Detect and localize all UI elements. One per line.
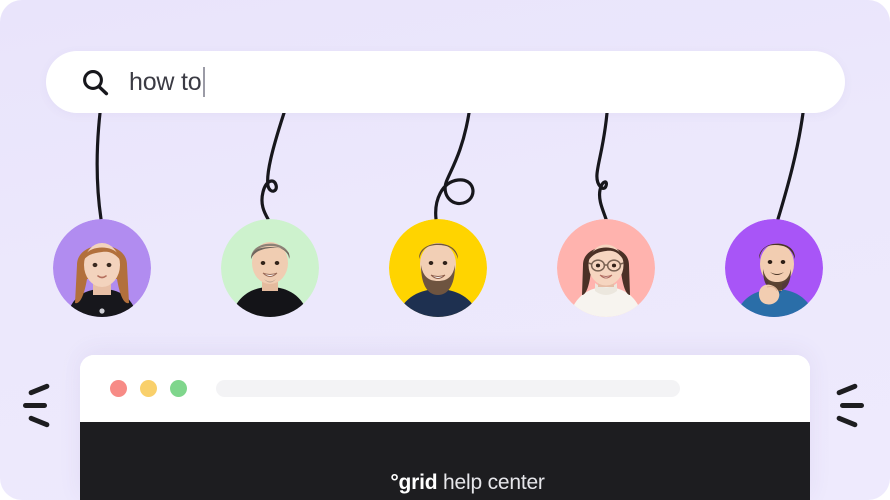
help-center-hero: how to °grid help center [0, 0, 890, 500]
hanging-string-3 [434, 111, 475, 221]
browser-window-mockup: °grid help center [80, 355, 810, 500]
avatar-1-woman-auburn-hair [53, 219, 151, 317]
hanging-string-5 [776, 111, 805, 221]
close-dot[interactable] [110, 380, 127, 397]
traffic-light-dots [110, 380, 187, 397]
avatar-5-man-denim-thinking [725, 219, 823, 317]
browser-chrome [80, 355, 810, 422]
site-logo-brand: °grid [390, 471, 438, 494]
search-icon [83, 69, 109, 95]
site-logo[interactable]: °grid help center [345, 447, 545, 500]
dash-marks-right [835, 383, 878, 431]
hanging-string-1 [95, 111, 103, 221]
dash-right-top [835, 383, 859, 396]
hanging-string-2 [260, 111, 286, 221]
search-input-value: how to [129, 67, 202, 96]
avatar-4-woman-glasses [557, 219, 655, 317]
search-bar[interactable]: how to [46, 51, 845, 113]
avatar-3-man-beard-navy [389, 219, 487, 317]
url-bar[interactable] [216, 380, 680, 397]
search-input[interactable]: how to [129, 65, 206, 99]
dash-right-bottom [835, 415, 859, 428]
hanging-string-4 [595, 111, 609, 221]
site-logo-suffix: help center [437, 471, 545, 494]
dash-left-bottom [27, 415, 51, 428]
maximize-dot[interactable] [170, 380, 187, 397]
minimize-dot[interactable] [140, 380, 157, 397]
avatar-2-man-black-tee [221, 219, 319, 317]
site-viewport: °grid help center [80, 422, 810, 500]
dash-right-middle [840, 403, 864, 408]
text-cursor [203, 67, 206, 97]
dash-marks-left [22, 383, 62, 431]
dash-left-top [27, 383, 51, 396]
dash-left-middle [23, 403, 47, 408]
